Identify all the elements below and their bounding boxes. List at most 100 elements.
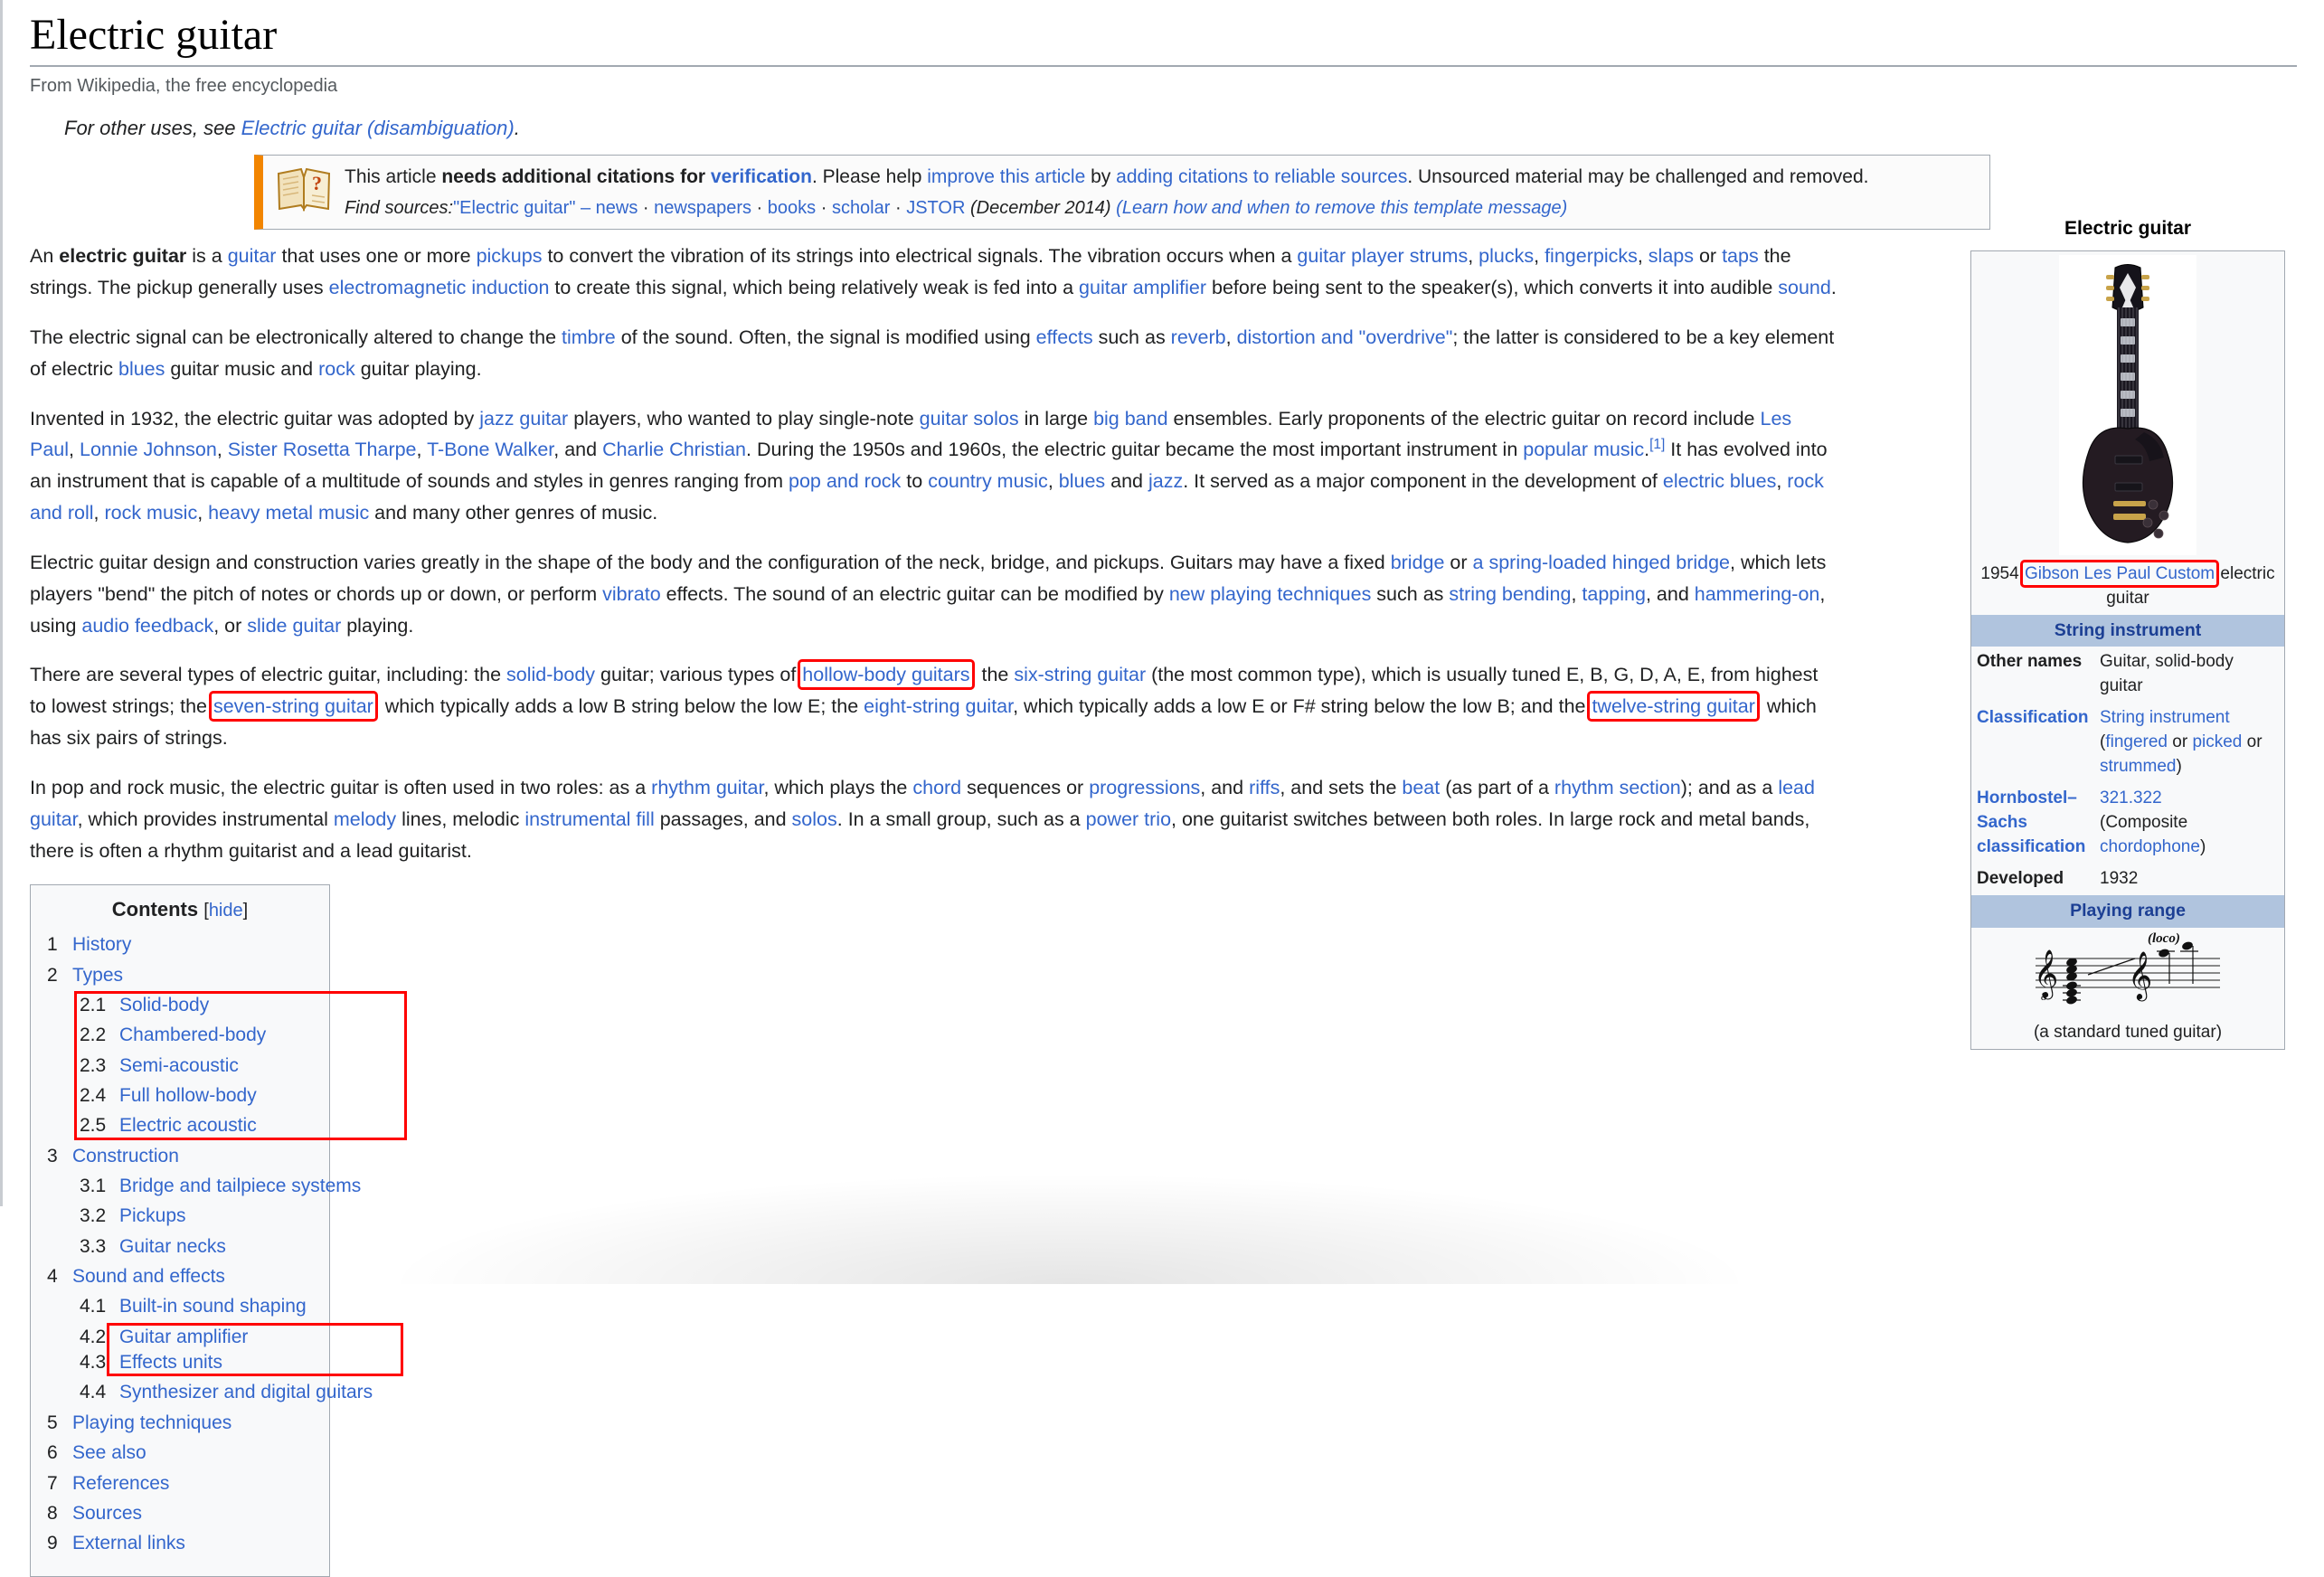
link-beat[interactable]: beat: [1402, 777, 1440, 798]
toc-item-sound-and-effects[interactable]: 4 Sound and effects 4.1 Built-in sound sha…: [47, 1264, 403, 1406]
link-slaps[interactable]: slaps: [1649, 245, 1694, 267]
toc-label[interactable]: References: [72, 1473, 169, 1494]
toc-item-chambered-body[interactable]: 2.2 Chambered-body: [80, 1023, 313, 1048]
link-rock[interactable]: rock: [318, 358, 355, 380]
reference-1[interactable]: [1]: [1649, 437, 1665, 452]
learn-more-link[interactable]: (Learn how and when to remove this templ…: [1116, 198, 1567, 218]
toc-label[interactable]: Bridge and tailpiece systems: [119, 1176, 361, 1196]
link-charlie-christian[interactable]: Charlie Christian: [602, 439, 746, 460]
link-strummed[interactable]: strummed: [2100, 757, 2176, 776]
toc-label[interactable]: Built-in sound shaping: [119, 1296, 307, 1317]
toc-label[interactable]: Pickups: [119, 1205, 186, 1226]
link-electromagnetic-induction[interactable]: electromagnetic induction: [329, 277, 550, 298]
toc-label[interactable]: Full hollow-body: [119, 1085, 257, 1106]
link-power-trio[interactable]: power trio: [1086, 808, 1171, 830]
toc-item-full-hollow-body[interactable]: 2.4 Full hollow-body: [80, 1083, 313, 1109]
add-citations-link[interactable]: adding citations to reliable sources: [1116, 166, 1407, 187]
link-pickups[interactable]: pickups: [477, 245, 543, 267]
toc-hide-link[interactable]: hide: [209, 901, 243, 921]
toc-label[interactable]: Semi-acoustic: [119, 1055, 239, 1076]
toc-toggle[interactable]: [hide]: [203, 901, 248, 921]
link-hollow-body-guitars-highlighted[interactable]: hollow-body guitars: [798, 659, 975, 691]
link-string-instrument[interactable]: String instrument: [2100, 708, 2230, 727]
toc-item-types[interactable]: 2 Types 2.1 Solid-body 2.2 Chambered-body 2…: [47, 963, 407, 1140]
toc-label[interactable]: Sources: [72, 1503, 142, 1524]
toc-label[interactable]: Guitar amplifier: [119, 1327, 248, 1347]
link-distortion-overdrive[interactable]: distortion and "overdrive": [1237, 326, 1453, 348]
toc-item-references[interactable]: 7 References: [47, 1471, 313, 1497]
link-new-playing-techniques[interactable]: new playing techniques: [1169, 583, 1372, 605]
toc-label[interactable]: History: [72, 934, 131, 955]
toc-label[interactable]: Solid-body: [119, 995, 209, 1015]
link-string-bending[interactable]: string bending: [1449, 583, 1571, 605]
infobox-label-hornbostel-sachs[interactable]: Hornbostel–Sachs classification: [1971, 783, 2095, 864]
link-electric-blues[interactable]: electric blues: [1663, 470, 1776, 492]
toc-item-external-links[interactable]: 9 External links: [47, 1531, 313, 1556]
toc-item-see-also[interactable]: 6 See also: [47, 1440, 313, 1466]
toc-item-pickups[interactable]: 3.2 Pickups: [80, 1204, 313, 1229]
link-chord[interactable]: chord: [912, 777, 961, 798]
link-rhythm-section[interactable]: rhythm section: [1554, 777, 1681, 798]
source-newspapers-link[interactable]: newspapers: [654, 198, 751, 218]
link-slide-guitar[interactable]: slide guitar: [247, 615, 341, 637]
electric-guitar-photo[interactable]: [2059, 254, 2196, 555]
toc-item-playing-techniques[interactable]: 5 Playing techniques: [47, 1411, 313, 1436]
link-321-322[interactable]: 321.322: [2100, 788, 2162, 807]
link-bridge[interactable]: bridge: [1391, 552, 1445, 573]
source-scholar-link[interactable]: scholar: [832, 198, 890, 218]
link-gibson-les-paul-custom-highlighted[interactable]: Gibson Les Paul Custom: [2019, 559, 2220, 588]
link-strums[interactable]: strums: [1410, 245, 1469, 267]
toc-item-guitar-necks[interactable]: 3.3 Guitar necks: [80, 1234, 313, 1260]
link-seven-string-guitar-highlighted[interactable]: seven-string guitar: [208, 691, 378, 722]
link-melody[interactable]: melody: [334, 808, 396, 830]
link-t-bone-walker[interactable]: T-Bone Walker: [427, 439, 553, 460]
link-jazz-guitar[interactable]: jazz guitar: [479, 408, 568, 430]
link-riffs[interactable]: riffs: [1249, 777, 1280, 798]
link-plucks[interactable]: plucks: [1478, 245, 1534, 267]
link-blues-2[interactable]: blues: [1059, 470, 1105, 492]
link-rhythm-guitar[interactable]: rhythm guitar: [651, 777, 763, 798]
toc-label[interactable]: Types: [72, 965, 123, 986]
toc-item-electric-acoustic[interactable]: 2.5 Electric acoustic: [80, 1113, 313, 1138]
link-fingered[interactable]: fingered: [2105, 732, 2168, 751]
link-picked[interactable]: picked: [2192, 732, 2242, 751]
link-sound[interactable]: sound: [1778, 277, 1831, 298]
toc-item-bridge-and-tailpiece-systems[interactable]: 3.1 Bridge and tailpiece systems: [80, 1174, 361, 1199]
link-audio-feedback[interactable]: audio feedback: [81, 615, 213, 637]
link-progressions[interactable]: progressions: [1089, 777, 1200, 798]
link-eight-string-guitar[interactable]: eight-string guitar: [864, 695, 1013, 717]
link-jazz[interactable]: jazz: [1148, 470, 1183, 492]
toc-label[interactable]: Synthesizer and digital guitars: [119, 1382, 373, 1402]
toc-item-construction[interactable]: 3 Construction 3.1 Bridge and tailpiece sy…: [47, 1144, 361, 1260]
link-guitar-player[interactable]: guitar player: [1297, 245, 1403, 267]
toc-item-synthesizer-and-digital-guitars[interactable]: 4.4 Synthesizer and digital guitars: [80, 1380, 373, 1405]
toc-item-effects-units[interactable]: 4.3 Effects units: [80, 1350, 313, 1375]
toc-label[interactable]: Electric acoustic: [119, 1115, 257, 1136]
toc-label[interactable]: See also: [72, 1442, 146, 1463]
toc-label[interactable]: Construction: [72, 1146, 179, 1166]
source-books-link[interactable]: books: [768, 198, 816, 218]
link-heavy-metal-music[interactable]: heavy metal music: [208, 502, 369, 524]
link-instrumental-fill[interactable]: instrumental fill: [524, 808, 654, 830]
link-sister-rosetta-tharpe[interactable]: Sister Rosetta Tharpe: [228, 439, 417, 460]
toc-label[interactable]: Playing techniques: [72, 1412, 231, 1433]
link-reverb[interactable]: reverb: [1171, 326, 1226, 348]
link-vibrato[interactable]: vibrato: [602, 583, 661, 605]
link-guitar[interactable]: guitar: [228, 245, 277, 267]
link-tapping[interactable]: tapping: [1582, 583, 1646, 605]
link-popular-music[interactable]: popular music: [1523, 439, 1644, 460]
toc-item-solid-body[interactable]: 2.1 Solid-body: [80, 993, 313, 1018]
toc-item-guitar-amplifier[interactable]: 4.2 Guitar amplifier: [80, 1325, 313, 1350]
link-fingerpicks[interactable]: fingerpicks: [1545, 245, 1638, 267]
toc-item-semi-acoustic[interactable]: 2.3 Semi-acoustic: [80, 1053, 313, 1079]
link-spring-loaded-hinged-bridge[interactable]: a spring-loaded hinged bridge: [1473, 552, 1731, 573]
link-solid-body[interactable]: solid-body: [506, 664, 595, 685]
find-sources-query-link[interactable]: "Electric guitar": [453, 198, 575, 218]
link-six-string-guitar[interactable]: six-string guitar: [1014, 664, 1146, 685]
link-country-music[interactable]: country music: [928, 470, 1048, 492]
toc-label[interactable]: Sound and effects: [72, 1266, 225, 1287]
link-taps[interactable]: taps: [1722, 245, 1759, 267]
link-effects[interactable]: effects: [1036, 326, 1093, 348]
toc-label[interactable]: Effects units: [119, 1352, 222, 1373]
link-hammering-on[interactable]: hammering-on: [1695, 583, 1820, 605]
